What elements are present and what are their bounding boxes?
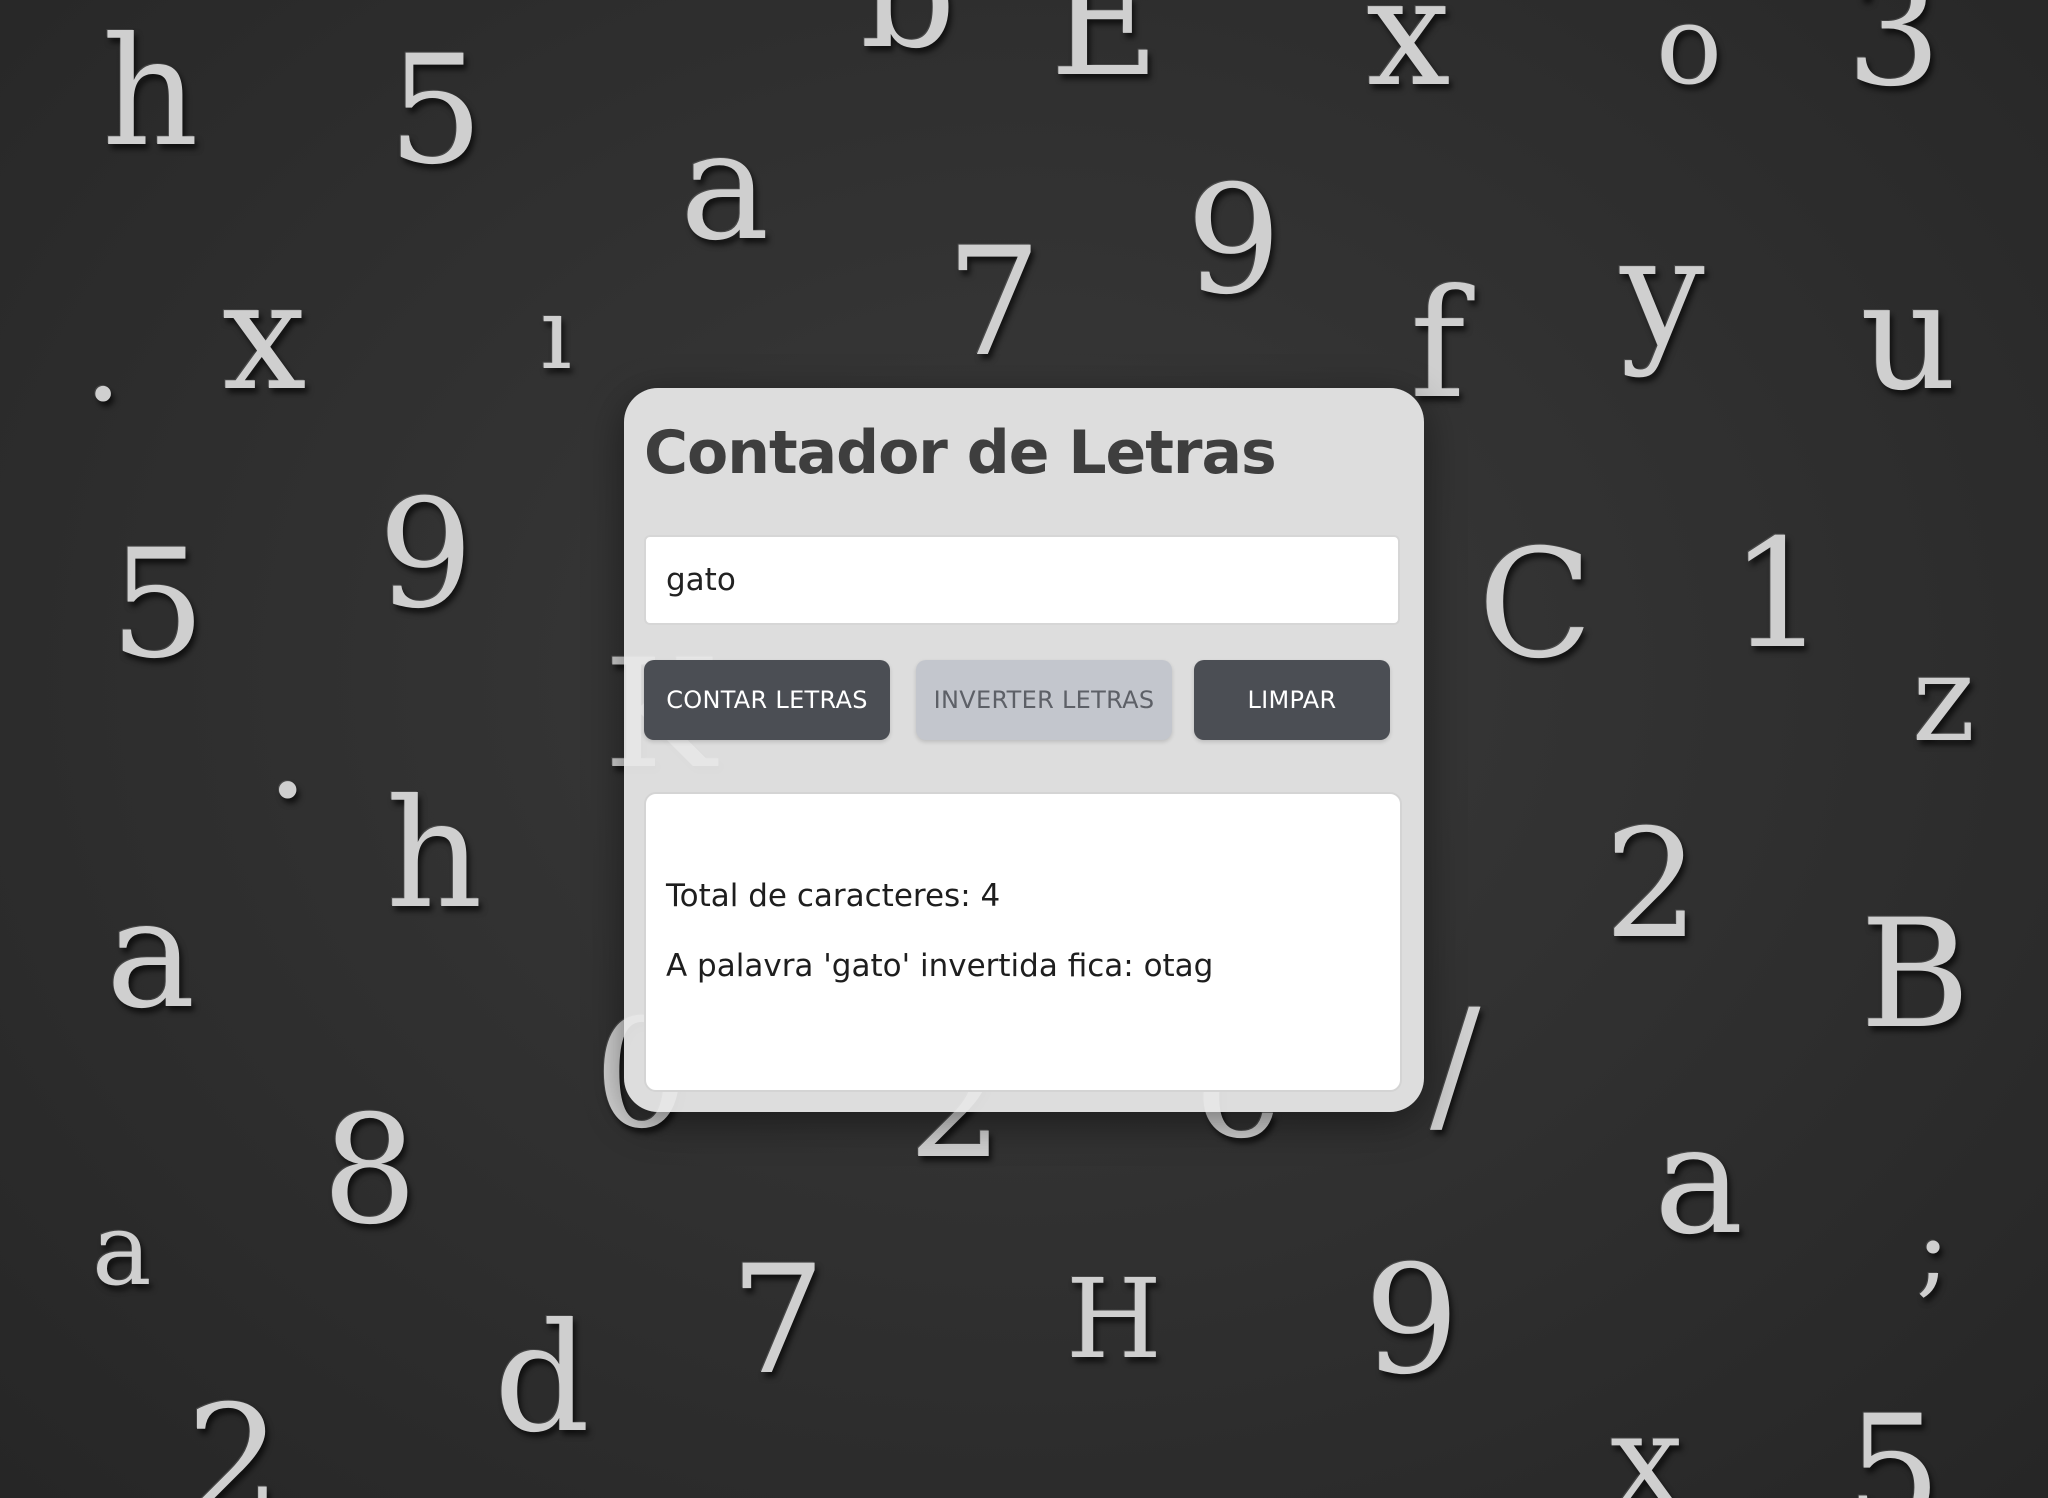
word-input[interactable]	[644, 535, 1400, 625]
background-glyph: 2	[1604, 798, 1700, 972]
background-glyph: 5	[110, 518, 206, 692]
background-glyph: 9	[1364, 1234, 1460, 1408]
letter-counter-card: Contador de Letras CONTAR LETRAS INVERTE…	[624, 388, 1424, 1112]
background-glyph: x	[1610, 1385, 1684, 1498]
background-glyph: H	[1066, 1255, 1162, 1383]
background-glyph: h	[386, 768, 483, 942]
background-glyph: d	[494, 1292, 591, 1466]
background-glyph: z	[1912, 630, 1976, 769]
background-glyph: y	[1620, 206, 1705, 380]
background-glyph: 7	[730, 1234, 826, 1408]
background-glyph: 5	[1846, 1384, 1942, 1498]
background-glyph: a	[106, 868, 196, 1042]
background-glyph: 1	[1730, 508, 1826, 682]
background-glyph: a	[1654, 1094, 1744, 1268]
background-glyph: 9	[1186, 154, 1282, 328]
background-glyph: a	[680, 100, 770, 274]
background-glyph: 8	[322, 1084, 418, 1258]
background-glyph: x	[1366, 0, 1451, 120]
count-letters-button[interactable]: CONTAR LETRAS	[644, 660, 890, 740]
invert-letters-button[interactable]: INVERTER LETRAS	[916, 660, 1172, 740]
background-glyph: E	[1050, 0, 1160, 110]
background-glyph: 2	[186, 1374, 282, 1498]
background-glyph: 5	[388, 24, 484, 198]
background-glyph: b	[860, 0, 956, 70]
result-panel: Total de caracteres: 4 A palavra 'gato' …	[644, 792, 1402, 1092]
app-title: Contador de Letras	[644, 418, 1277, 488]
background-glyph: .	[84, 290, 123, 429]
background-glyph: 7	[946, 216, 1042, 390]
background-glyph: /	[1430, 978, 1481, 1152]
background-glyph: h	[102, 6, 199, 180]
background-glyph: 9	[378, 468, 474, 642]
background-glyph: ı	[540, 275, 572, 392]
background-glyph: C	[1478, 518, 1593, 692]
inverted-word-text: A palavra 'gato' invertida fica: otag	[666, 948, 1214, 984]
background-glyph: o	[1656, 0, 1723, 109]
background-glyph: B	[1860, 888, 1971, 1062]
background-glyph: f	[1410, 258, 1466, 432]
clear-button[interactable]: LIMPAR	[1194, 660, 1390, 740]
background-glyph: u	[1860, 250, 1957, 424]
total-characters-text: Total de caracteres: 4	[666, 878, 1001, 914]
background-glyph: a	[92, 1191, 152, 1308]
background-glyph: •	[270, 757, 306, 827]
background-glyph: 3	[1846, 0, 1942, 120]
background-glyph: ;	[1916, 1191, 1950, 1308]
background-glyph: x	[222, 250, 307, 424]
